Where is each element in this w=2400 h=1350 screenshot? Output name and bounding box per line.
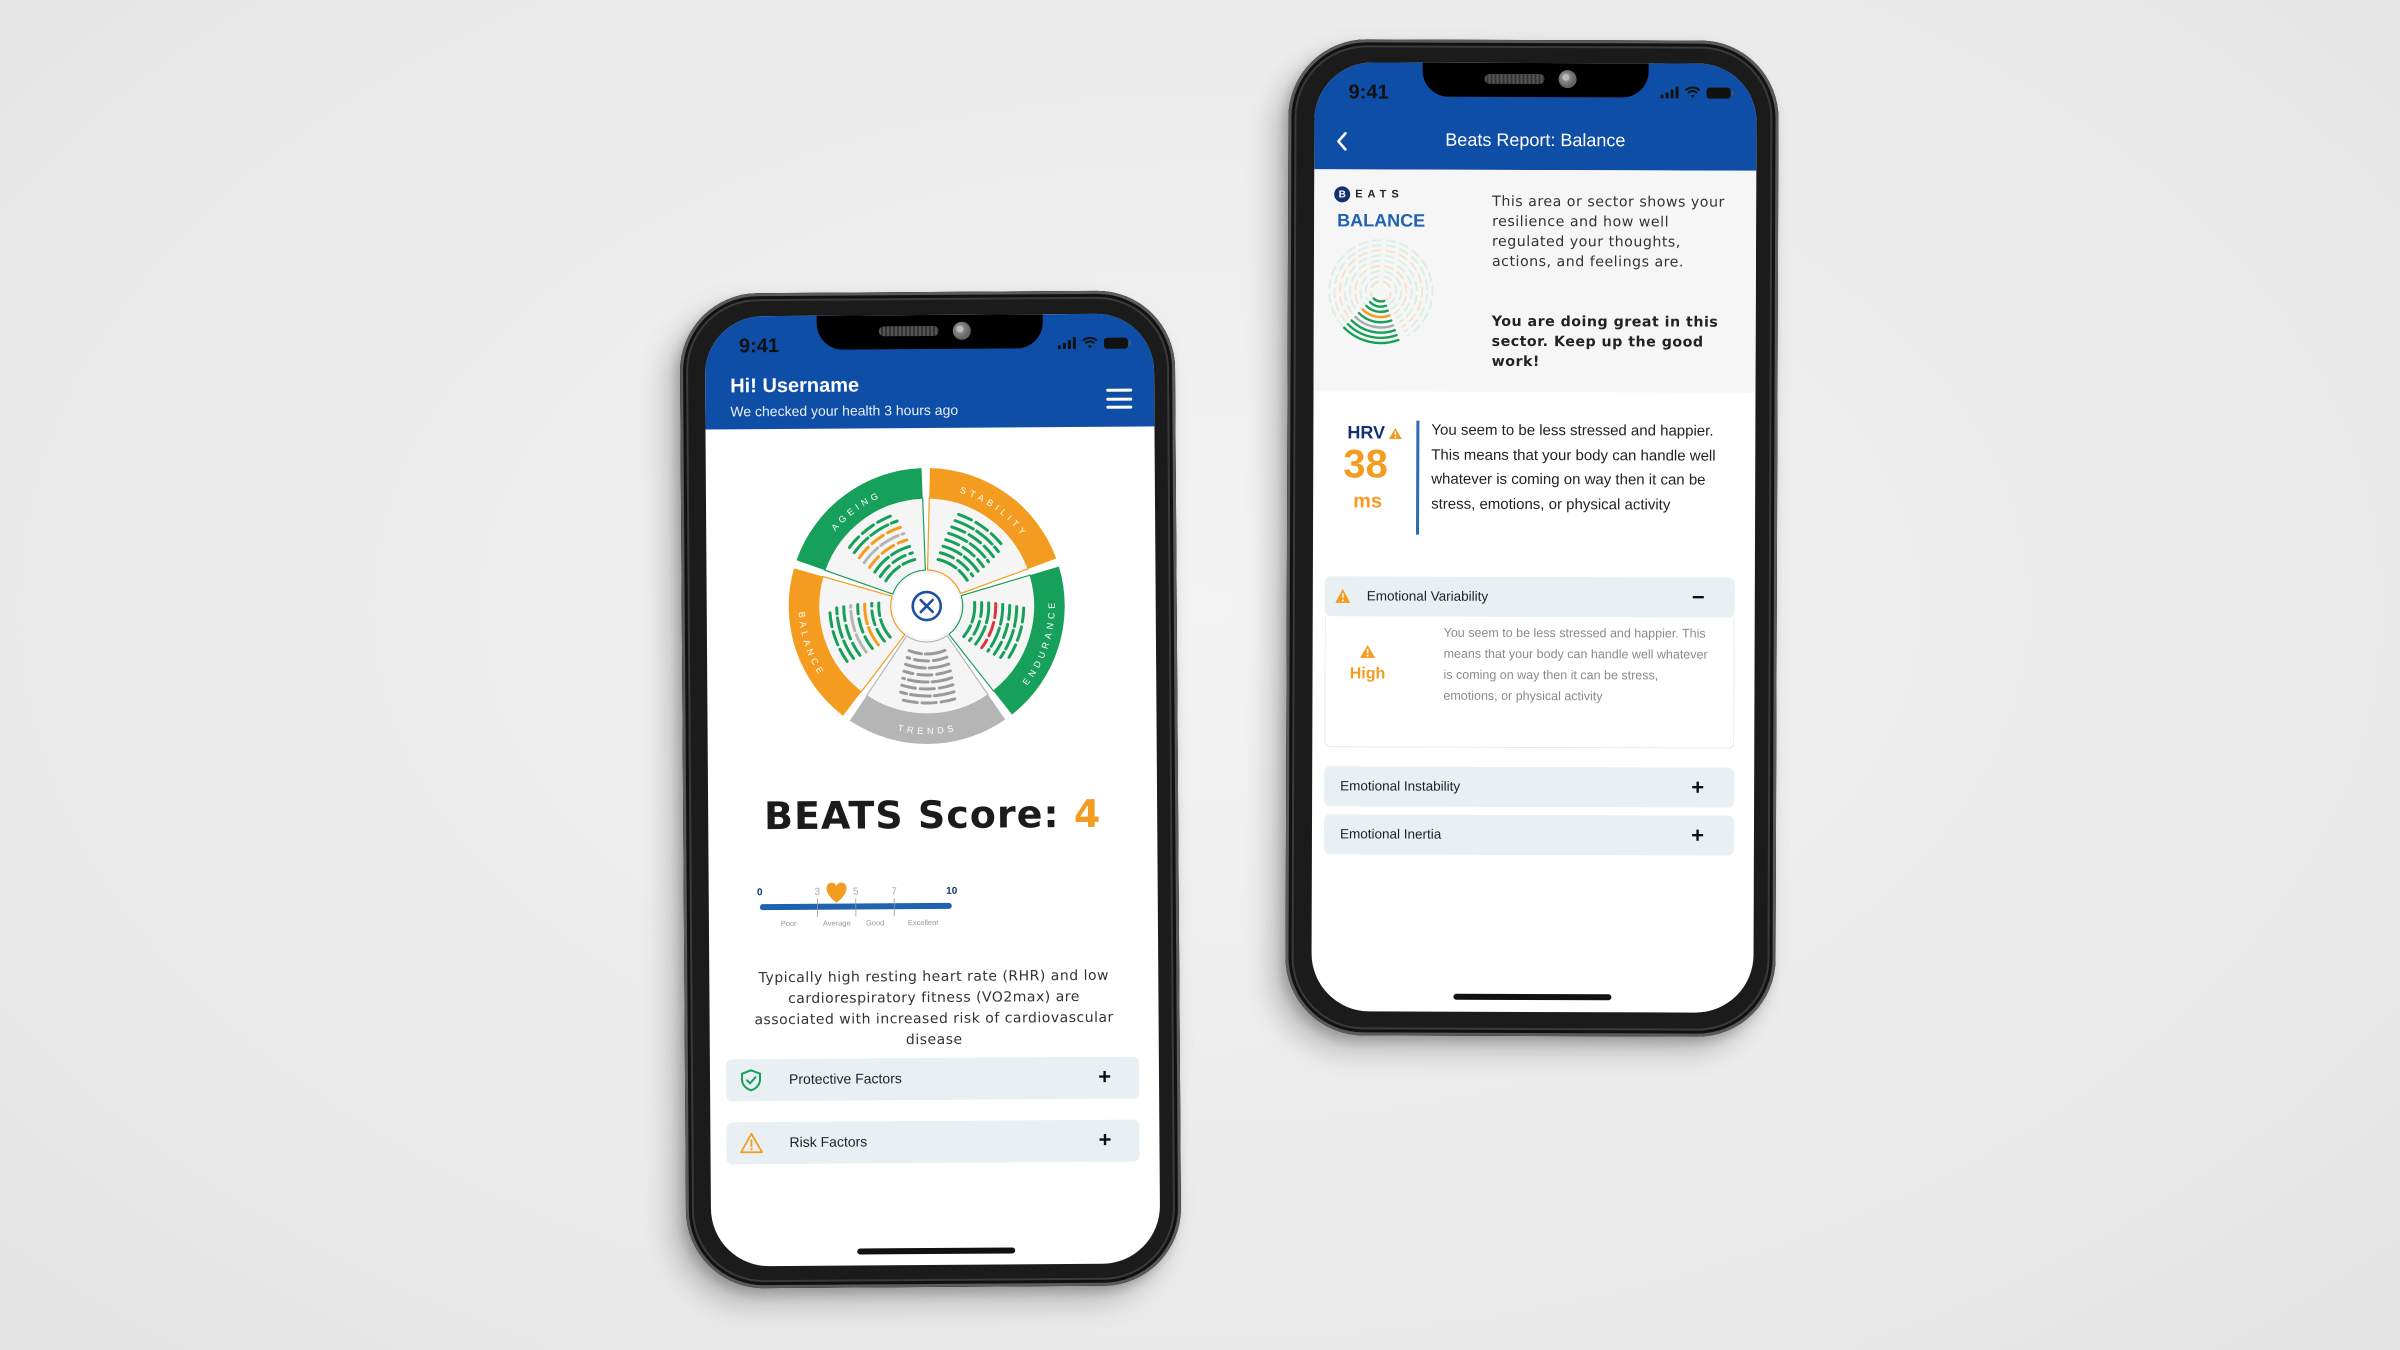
balance-fingerprint-icon: [1328, 239, 1434, 345]
fingerprint-ridge: [1349, 259, 1413, 319]
emotional-variability-accordion: Emotional Variability − High You seem to…: [1324, 576, 1735, 749]
status-time: 9:41: [738, 335, 780, 358]
warning-icon: [1388, 427, 1402, 439]
sector-description: This area or sector shows your resilienc…: [1491, 193, 1725, 271]
phone-notch: [816, 314, 1043, 350]
hrv-unit: ms: [1353, 490, 1383, 513]
gauge-tick-label: 10: [946, 886, 958, 897]
expand-plus-icon[interactable]: +: [1691, 775, 1704, 800]
sector-encouragement: You are doing great in this sector. Keep…: [1491, 313, 1719, 371]
cellular-signal-icon: [1057, 336, 1076, 350]
beats-logo: B EATS: [1334, 186, 1404, 203]
battery-icon: [1103, 337, 1128, 349]
home-indicator[interactable]: [1453, 993, 1612, 1001]
score-gauge: 0 3 5 7 10 Poor Average Good Excellent: [757, 882, 958, 928]
phone-balance-report: 9:41 Beats Report: Balance B EATS BALANC…: [1285, 39, 1779, 1037]
page-title: Beats Report: Balance: [1445, 129, 1626, 151]
warning-icon: [740, 1132, 763, 1154]
collapse-minus-icon[interactable]: −: [1692, 585, 1705, 610]
emotional-variability-body: High You seem to be less stressed and ha…: [1324, 616, 1735, 749]
warning-icon: [1335, 588, 1351, 603]
risk-factors-accordion[interactable]: Risk Factors +: [726, 1119, 1140, 1165]
fingerprint-ridge: [1338, 249, 1423, 329]
shield-check-icon: [740, 1069, 762, 1092]
emotional-instability-label: Emotional Instability: [1340, 778, 1461, 794]
cellular-signal-icon: [1660, 86, 1679, 99]
balance-report-screen: 9:41 Beats Report: Balance B EATS BALANC…: [1311, 62, 1757, 1013]
gauge-tick-label: 0: [757, 887, 763, 898]
emotional-instability-header[interactable]: Emotional Instability +: [1324, 766, 1735, 808]
gauge-tick-label: 7: [891, 886, 897, 897]
level-indicator: High: [1347, 644, 1387, 683]
sector-name: BALANCE: [1337, 210, 1426, 231]
hrv-section: HRV 38 ms You seem to be less stressed a…: [1313, 412, 1755, 544]
wifi-icon: [1082, 336, 1098, 349]
hrv-value: 38: [1343, 442, 1388, 487]
gauge-band-label: Excellent: [908, 918, 939, 927]
hrv-divider: [1416, 420, 1420, 535]
gauge-band-label: Good: [866, 918, 884, 927]
beats-wheel[interactable]: AGEING STABILITYENDURANCETRENDSBALANCE: [783, 462, 1071, 750]
beats-score-value: 4: [1073, 791, 1102, 836]
dashboard-screen: 9:41 Hi! Username We checked your health…: [704, 313, 1161, 1267]
home-indicator[interactable]: [856, 1247, 1015, 1255]
phone-notch: [1422, 62, 1649, 98]
hrv-label-text: HRV: [1347, 422, 1386, 443]
hrv-label: HRV: [1347, 422, 1402, 443]
emotional-inertia-accordion[interactable]: Emotional Inertia +: [1323, 814, 1735, 856]
expand-plus-icon[interactable]: +: [1691, 823, 1704, 848]
gauge-band-label: Average: [823, 919, 851, 928]
warning-icon: [1360, 644, 1376, 658]
gauge-tick-label: 3: [814, 887, 820, 898]
sector-intro: B EATS BALANCE This area or sector shows…: [1313, 169, 1757, 393]
status-time: 9:41: [1348, 81, 1389, 104]
emotional-variability-label: Emotional Variability: [1366, 588, 1489, 604]
fingerprint-ridge-highlight: [1361, 308, 1391, 319]
last-check-subtitle: We checked your health 3 hours ago: [730, 401, 959, 420]
beats-logo-text: EATS: [1355, 188, 1404, 201]
fingerprint-ridge-highlight: [1372, 297, 1386, 303]
heart-icon: [826, 882, 847, 903]
emotional-variability-header[interactable]: Emotional Variability −: [1324, 576, 1735, 618]
expand-plus-icon[interactable]: +: [1098, 1127, 1111, 1152]
emotional-variability-text: You seem to be less stressed and happier…: [1443, 625, 1708, 704]
wifi-icon: [1684, 86, 1701, 99]
gauge-band-label: Poor: [781, 919, 797, 928]
score-description: Typically high resting heart rate (RHR) …: [754, 967, 1114, 1049]
protective-factors-accordion[interactable]: Protective Factors +: [725, 1056, 1140, 1102]
beats-logo-mark: B: [1334, 186, 1351, 203]
risk-factors-label: Risk Factors: [789, 1133, 868, 1150]
fingerprint-ridge: [1333, 244, 1429, 333]
beats-score: BEATS Score: 4: [708, 791, 1157, 838]
hamburger-menu-icon[interactable]: [1106, 388, 1133, 409]
gauge-tick-label: 5: [853, 887, 859, 898]
emotional-inertia-label: Emotional Inertia: [1339, 826, 1442, 842]
beats-score-label: BEATS Score:: [763, 792, 1060, 839]
phone-dashboard: 9:41 Hi! Username We checked your health…: [679, 290, 1182, 1289]
protective-factors-label: Protective Factors: [788, 1070, 902, 1087]
expand-plus-icon[interactable]: +: [1098, 1064, 1111, 1089]
emotional-instability-accordion[interactable]: Emotional Instability +: [1324, 766, 1735, 808]
level-value: High: [1349, 665, 1386, 683]
emotional-inertia-header[interactable]: Emotional Inertia +: [1323, 814, 1735, 856]
hrv-description: You seem to be less stressed and happier…: [1431, 421, 1716, 513]
battery-icon: [1706, 87, 1731, 99]
greeting-title: Hi! Username: [730, 374, 860, 398]
